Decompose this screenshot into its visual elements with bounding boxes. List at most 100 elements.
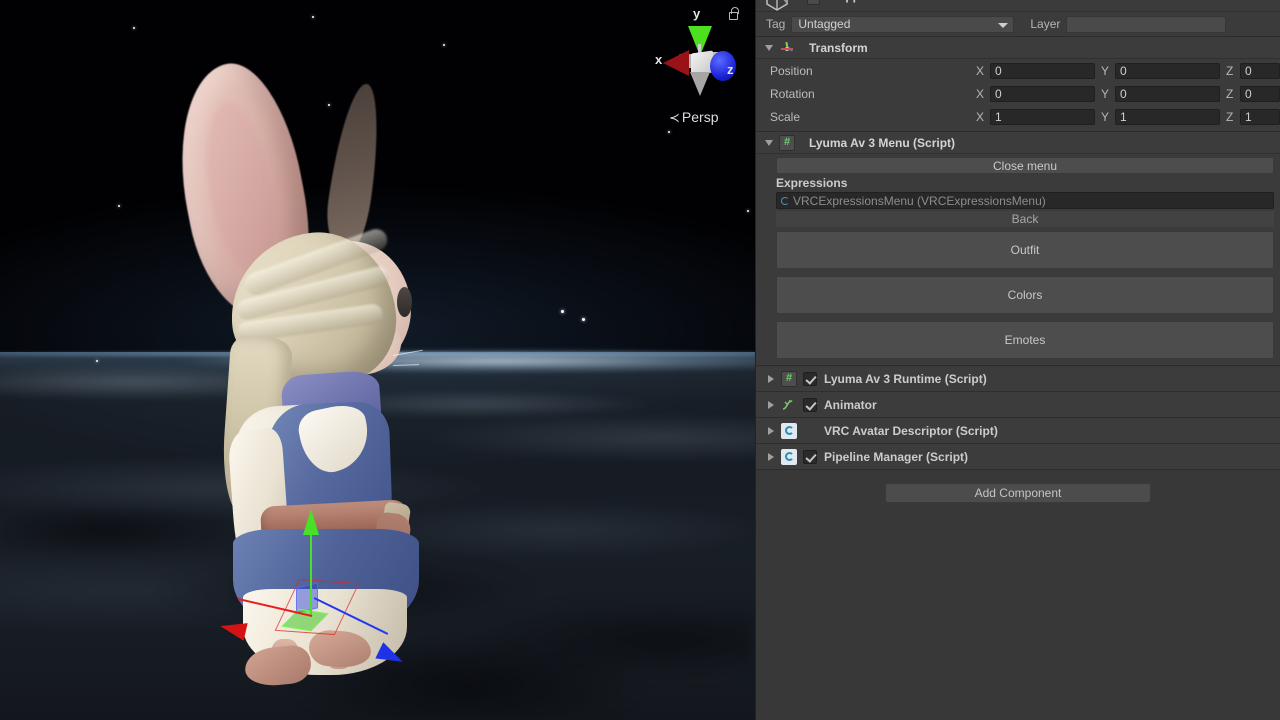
component-enabled-checkbox[interactable] bbox=[803, 371, 817, 386]
tag-label: Tag bbox=[766, 17, 786, 31]
star bbox=[443, 44, 445, 46]
layer-dropdown[interactable] bbox=[1066, 15, 1227, 33]
transform-position-row: Position X 0 Y 0 Z 0 bbox=[756, 59, 1280, 82]
scale-z-field[interactable]: 1 bbox=[1240, 108, 1280, 125]
projection-caret-icon: ≺ bbox=[669, 110, 680, 125]
component-title: Lyuma Av 3 Runtime (Script) bbox=[824, 371, 987, 386]
rotation-z-field[interactable]: 0 bbox=[1240, 85, 1280, 102]
menu-button-outfit[interactable]: Outfit bbox=[776, 231, 1274, 269]
star bbox=[312, 16, 314, 18]
gizmo-axis-y-line bbox=[310, 523, 312, 615]
axis-label-z: Z bbox=[1226, 63, 1234, 78]
layer-label: Layer bbox=[1030, 17, 1061, 31]
expressions-menu-object-field[interactable]: VRCExpressionsMenu (VRCExpressionsMenu) bbox=[776, 192, 1274, 209]
component-title: VRC Avatar Descriptor (Script) bbox=[824, 423, 998, 438]
star bbox=[96, 360, 98, 362]
close-menu-button[interactable]: Close menu bbox=[776, 157, 1274, 174]
axis-label-z: Z bbox=[1226, 109, 1234, 124]
position-y-field[interactable]: 0 bbox=[1115, 62, 1220, 79]
position-label: Position bbox=[770, 63, 813, 78]
add-component-area: Add Component bbox=[756, 470, 1280, 516]
position-x-field[interactable]: 0 bbox=[990, 62, 1095, 79]
gizmo-axis-y-arrow[interactable] bbox=[303, 509, 319, 535]
star bbox=[133, 27, 135, 29]
star bbox=[561, 310, 564, 313]
gizmo-label-x: x bbox=[655, 52, 663, 67]
inspector-empty-space bbox=[756, 516, 1280, 720]
scale-label: Scale bbox=[770, 109, 801, 124]
scale-x-field[interactable]: 1 bbox=[990, 108, 1095, 125]
projection-mode-toggle[interactable]: ≺ Persp bbox=[669, 109, 718, 126]
vrc-script-icon bbox=[781, 422, 797, 439]
lyuma-menu-foldout-arrow[interactable] bbox=[762, 139, 776, 146]
lyuma-menu-title: Lyuma Av 3 Menu (Script) bbox=[809, 135, 956, 150]
gizmo-label-y: y bbox=[693, 6, 701, 21]
foldout-arrow[interactable] bbox=[764, 400, 778, 409]
menu-button-emotes[interactable]: Emotes bbox=[776, 321, 1274, 359]
axis-label-x: X bbox=[976, 109, 985, 124]
axis-label-x: X bbox=[976, 86, 985, 101]
lock-icon[interactable] bbox=[729, 7, 739, 20]
unity-editor-window: y x z ≺Persp Support Tag Untagged L bbox=[0, 0, 1280, 720]
transform-fields: Position X 0 Y 0 Z 0 Rotation X 0 Y 0 Z … bbox=[756, 59, 1280, 132]
axis-label-z: Z bbox=[1226, 86, 1234, 101]
vrc-script-icon bbox=[781, 448, 797, 465]
axis-label-y: Y bbox=[1101, 86, 1110, 101]
vrc-asset-icon bbox=[779, 195, 791, 207]
component-row-vrc-avatar-descriptor[interactable]: VRC Avatar Descriptor (Script) bbox=[756, 418, 1280, 444]
tag-value: Untagged bbox=[798, 17, 851, 31]
scale-y-field[interactable]: 1 bbox=[1115, 108, 1220, 125]
gizmo-negative-y-cone[interactable] bbox=[690, 72, 710, 96]
rotation-label: Rotation bbox=[770, 86, 815, 101]
foldout-arrow[interactable] bbox=[764, 426, 778, 435]
position-z-field[interactable]: 0 bbox=[1240, 62, 1280, 79]
avatar-whisker bbox=[392, 364, 420, 366]
star bbox=[747, 210, 749, 212]
transform-foldout-arrow[interactable] bbox=[762, 44, 776, 51]
back-button[interactable]: Back bbox=[776, 211, 1274, 227]
transform-title: Transform bbox=[809, 40, 868, 55]
lyuma-av3-menu-header[interactable]: # Lyuma Av 3 Menu (Script) bbox=[756, 132, 1280, 154]
menu-button-colors[interactable]: Colors bbox=[776, 276, 1274, 314]
axis-label-x: X bbox=[976, 63, 985, 78]
axis-label-y: Y bbox=[1101, 63, 1110, 78]
transform-axis-icon bbox=[779, 40, 795, 56]
chevron-down-icon bbox=[998, 22, 1009, 28]
transform-rotation-row: Rotation X 0 Y 0 Z 0 bbox=[756, 82, 1280, 105]
component-row-animator[interactable]: Animator bbox=[756, 392, 1280, 418]
gizmo-label-z: z bbox=[727, 62, 734, 77]
expressions-label: Expressions bbox=[776, 176, 848, 190]
component-enabled-checkbox[interactable] bbox=[803, 449, 817, 464]
component-row-pipeline-manager[interactable]: Pipeline Manager (Script) bbox=[756, 444, 1280, 470]
component-row-lyuma-av3-runtime[interactable]: # Lyuma Av 3 Runtime (Script) bbox=[756, 366, 1280, 392]
foldout-arrow[interactable] bbox=[764, 452, 778, 461]
gizmo-axis-x-arrow[interactable] bbox=[218, 617, 248, 641]
gameobject-active-checkbox[interactable] bbox=[807, 0, 820, 5]
axis-label-y: Y bbox=[1101, 109, 1110, 124]
gizmo-axis-z-arrow[interactable] bbox=[375, 642, 407, 670]
gizmo-x-cone[interactable] bbox=[663, 50, 689, 76]
expressions-menu-value: VRCExpressionsMenu (VRCExpressionsMenu) bbox=[793, 193, 1046, 208]
component-title: Pipeline Manager (Script) bbox=[824, 449, 969, 464]
inspector-panel: Support Tag Untagged Layer Transform Pos bbox=[755, 0, 1280, 720]
tag-layer-row: Tag Untagged Layer bbox=[756, 12, 1280, 37]
move-tool-gizmo[interactable] bbox=[200, 495, 430, 695]
gameobject-name: Support bbox=[830, 0, 876, 3]
avatar-ear-accessory bbox=[397, 287, 412, 317]
rotation-x-field[interactable]: 0 bbox=[990, 85, 1095, 102]
component-checkbox-placeholder bbox=[803, 424, 817, 438]
script-icon: # bbox=[781, 370, 797, 387]
animator-icon bbox=[781, 397, 797, 413]
component-title: Animator bbox=[824, 397, 877, 412]
rotation-y-field[interactable]: 0 bbox=[1115, 85, 1220, 102]
add-component-button[interactable]: Add Component bbox=[885, 483, 1151, 503]
scene-orientation-gizmo[interactable]: y x z ≺ Persp bbox=[655, 2, 755, 134]
transform-component-header[interactable]: Transform bbox=[756, 37, 1280, 59]
lyuma-menu-body: Close menu Expressions VRCExpressionsMen… bbox=[756, 154, 1280, 366]
component-enabled-checkbox[interactable] bbox=[803, 397, 817, 412]
projection-label: Persp bbox=[681, 109, 719, 125]
foldout-arrow[interactable] bbox=[764, 374, 778, 383]
tag-dropdown[interactable]: Untagged bbox=[791, 15, 1015, 33]
scene-view-viewport[interactable]: y x z ≺ Persp bbox=[0, 0, 755, 720]
star bbox=[118, 205, 120, 207]
